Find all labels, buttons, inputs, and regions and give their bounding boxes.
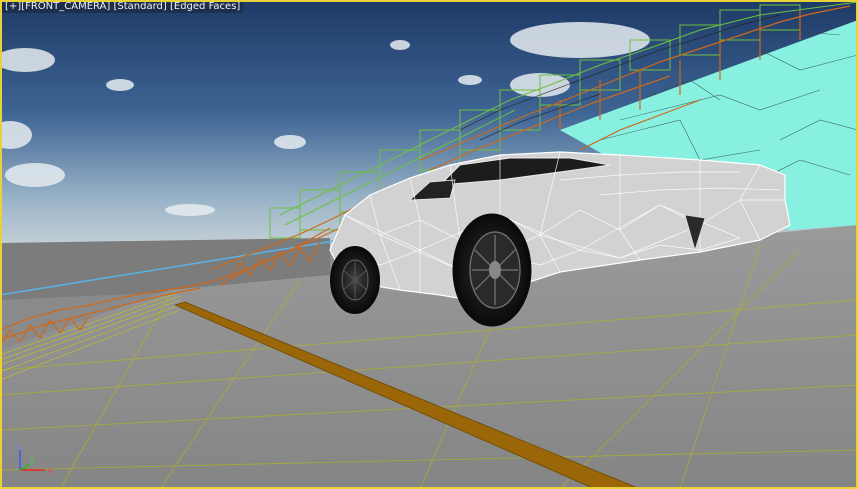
viewport-menu-button[interactable]: [+] xyxy=(5,1,21,12)
viewport-view-menu[interactable]: [FRONT_CAMERA] xyxy=(21,1,110,12)
axis-gizmo: z y x xyxy=(16,442,52,475)
car-rear-wheel[interactable] xyxy=(330,246,380,314)
viewport-label[interactable]: [+][FRONT_CAMERA] [Standard] [Edged Face… xyxy=(2,0,244,13)
gizmo-y-label: y xyxy=(30,456,35,465)
viewport-front-camera[interactable]: [+][FRONT_CAMERA] [Standard] [Edged Face… xyxy=(0,0,858,489)
car-front-wheel[interactable] xyxy=(452,213,532,327)
scene-render[interactable] xyxy=(0,0,858,489)
gizmo-x-label: x xyxy=(47,466,52,475)
gizmo-z-label: z xyxy=(16,442,20,451)
viewport-shading-menu[interactable]: [Standard] xyxy=(114,1,167,12)
viewport-display-mode-menu[interactable]: [Edged Faces] xyxy=(170,1,240,12)
